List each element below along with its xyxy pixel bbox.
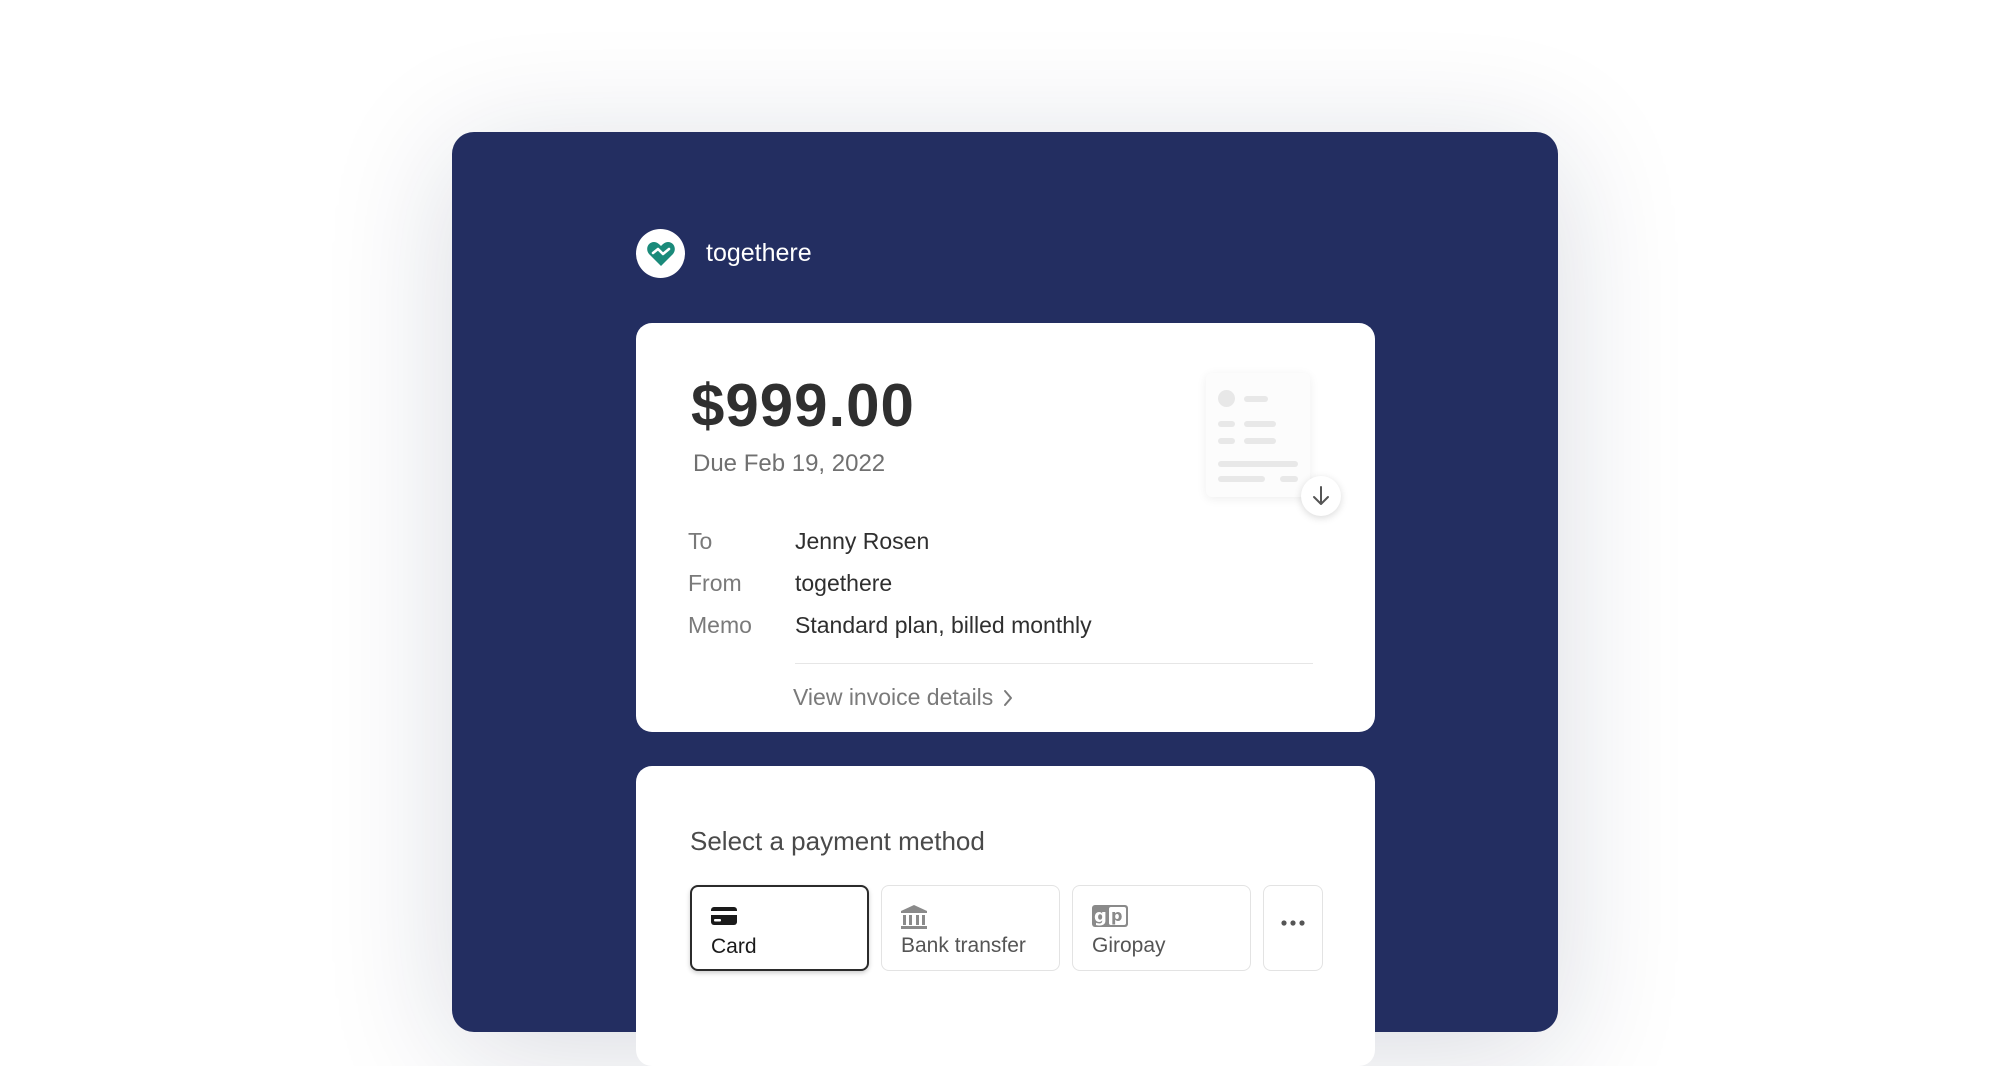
page-background: togethere $999.00 Due Feb 19, 2022 To Je…	[0, 0, 2000, 1066]
svg-text:g: g	[1094, 906, 1107, 927]
payment-methods: Card Bank transfer g p Giropay	[690, 885, 1335, 971]
divider	[795, 663, 1313, 664]
payment-method-giropay[interactable]: g p Giropay	[1072, 885, 1251, 971]
payment-method-bank-transfer[interactable]: Bank transfer	[881, 885, 1060, 971]
brand-logo-icon	[636, 229, 685, 278]
payment-method-label: Bank transfer	[901, 934, 1026, 957]
svg-text:p: p	[1111, 906, 1122, 925]
brand-header: togethere	[636, 229, 812, 278]
checkout-frame: togethere $999.00 Due Feb 19, 2022 To Je…	[452, 132, 1558, 1066]
detail-label: To	[688, 528, 713, 554]
detail-label: From	[688, 570, 742, 596]
chevron-right-icon	[1004, 689, 1013, 706]
credit-card-icon	[710, 905, 738, 932]
brand-name: togethere	[706, 239, 812, 267]
detail-value: togethere	[795, 570, 893, 596]
detail-value: Standard plan, billed monthly	[795, 612, 1092, 638]
view-invoice-details-label: View invoice details	[793, 684, 994, 710]
more-icon	[1280, 914, 1306, 932]
invoice-card: $999.00 Due Feb 19, 2022 To Jenny Rosen …	[636, 323, 1375, 732]
giropay-icon: g p	[1091, 904, 1129, 933]
detail-label: Memo	[688, 612, 752, 638]
detail-value: Jenny Rosen	[795, 528, 930, 554]
payment-method-label: Card	[711, 935, 757, 958]
payment-method-card[interactable]: Card	[690, 885, 869, 971]
download-icon[interactable]	[1301, 476, 1341, 516]
view-invoice-details-link[interactable]: View invoice details	[793, 684, 1013, 711]
invoice-due-date: Due Feb 19, 2022	[693, 450, 886, 477]
bank-icon	[900, 904, 928, 935]
payment-card: Select a payment method Card Bank transf…	[636, 766, 1375, 1066]
more-payment-methods-button[interactable]	[1263, 885, 1323, 971]
invoice-amount: $999.00	[691, 372, 915, 439]
invoice-document-icon	[1206, 373, 1310, 497]
payment-method-label: Giropay	[1092, 934, 1166, 957]
payment-method-title: Select a payment method	[690, 826, 985, 856]
